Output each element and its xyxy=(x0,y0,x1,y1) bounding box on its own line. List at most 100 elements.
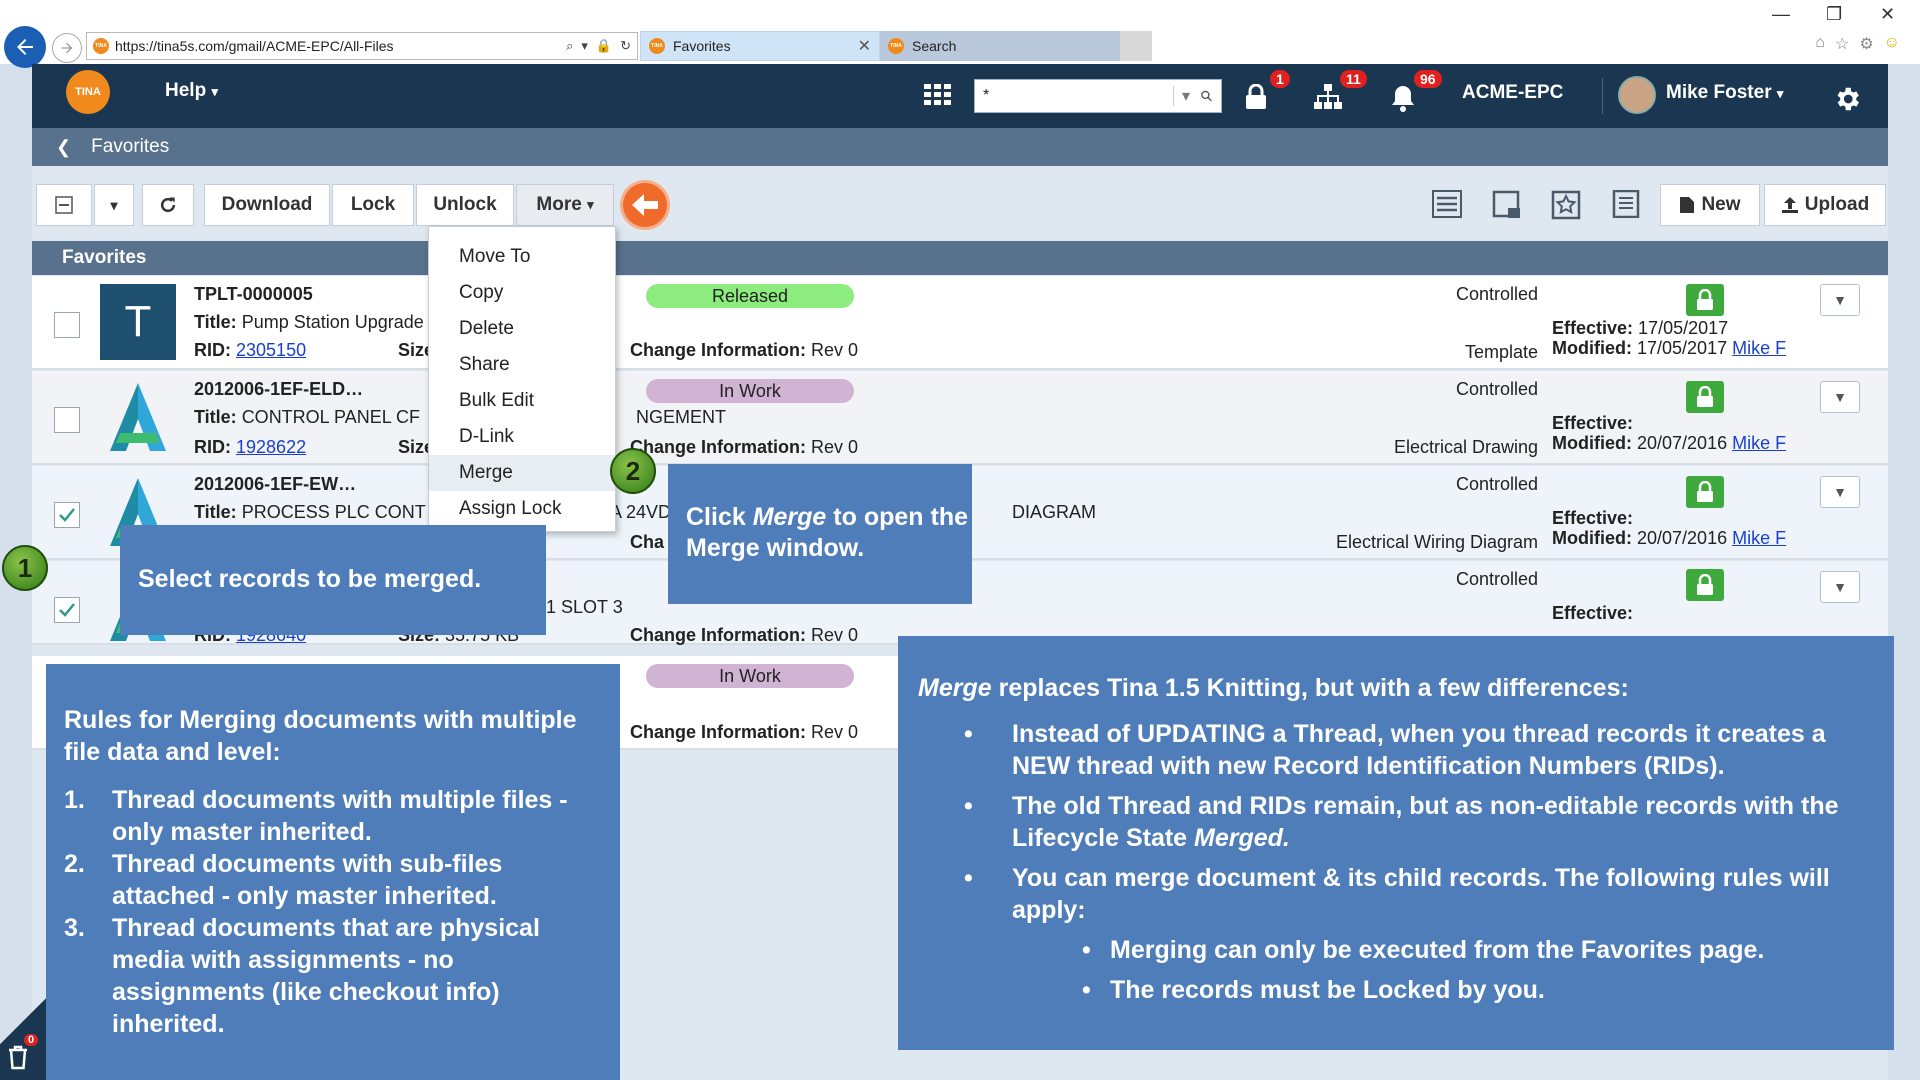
title-label: Title: xyxy=(194,407,237,427)
org-name[interactable]: ACME-EPC xyxy=(1462,82,1563,104)
global-search-input[interactable]: * ▾ xyxy=(974,79,1222,113)
upload-button[interactable]: Upload xyxy=(1764,184,1886,226)
detail-view-icon[interactable] xyxy=(1612,190,1640,218)
favorites-view-icon[interactable] xyxy=(1551,190,1581,220)
refresh-icon xyxy=(160,197,176,213)
control-status: Controlled xyxy=(1455,569,1538,589)
row-checkbox-checked[interactable] xyxy=(54,597,80,623)
document-view-icon[interactable] xyxy=(1492,190,1522,220)
select-dropdown-button[interactable]: ▾ xyxy=(94,184,134,226)
menu-item-assign-lock[interactable]: Assign Lock xyxy=(429,491,615,527)
lock-button[interactable]: Lock xyxy=(332,184,414,226)
row-actions-dropdown[interactable]: ▼ xyxy=(1820,571,1860,603)
bell-icon[interactable] xyxy=(1390,84,1416,112)
record-name[interactable]: 2012006-1EF-ELD… xyxy=(194,379,363,400)
search-controls: ▾ xyxy=(1173,86,1213,106)
download-button[interactable]: Download xyxy=(204,184,330,226)
row-checkbox[interactable] xyxy=(54,312,80,338)
checkmark-icon xyxy=(59,508,75,522)
dropdown-icon[interactable]: ▾ xyxy=(581,38,588,54)
menu-item-d-link[interactable]: D-Link xyxy=(429,419,615,455)
menu-item-copy[interactable]: Copy xyxy=(429,275,615,311)
locked-badge[interactable] xyxy=(1686,284,1724,316)
gear-icon[interactable] xyxy=(1832,84,1862,114)
autocad-file-icon xyxy=(110,383,166,451)
unlock-button[interactable]: Unlock xyxy=(416,184,514,226)
star-icon[interactable]: ☆ xyxy=(1835,34,1849,54)
help-menu[interactable]: Help ▾ xyxy=(165,80,218,102)
lock-icon xyxy=(1697,386,1713,407)
row-actions-dropdown[interactable]: ▼ xyxy=(1820,476,1860,508)
record-category: Electrical Drawing xyxy=(1393,437,1538,457)
search-icon[interactable]: ⌕ xyxy=(566,38,573,54)
breadcrumb-label: Favorites xyxy=(91,136,170,157)
address-bar[interactable]: TINA https://tina5s.com/gmail/ACME-EPC/A… xyxy=(86,32,638,60)
apps-grid-icon[interactable] xyxy=(924,84,952,106)
new-tab-button[interactable] xyxy=(1120,31,1152,61)
close-icon[interactable]: ✕ xyxy=(858,36,871,56)
table-row[interactable]: T TPLT-0000005 Title: Pump Station Upgra… xyxy=(32,276,1888,370)
restore-icon[interactable]: ❐ xyxy=(1826,4,1842,25)
row-actions-dropdown[interactable]: ▼ xyxy=(1820,284,1860,316)
menu-item-share[interactable]: Share xyxy=(429,347,615,383)
refresh-icon[interactable]: ↻ xyxy=(620,38,631,54)
merge-sub-text: Merging can only be executed from the Fa… xyxy=(1110,936,1765,964)
smiley-icon[interactable]: ☺ xyxy=(1884,34,1900,54)
locked-badge[interactable] xyxy=(1686,569,1724,601)
minimize-icon[interactable]: — xyxy=(1772,4,1790,25)
tab-favicon: TINA xyxy=(649,38,665,54)
menu-item-move-to[interactable]: Move To xyxy=(429,239,615,275)
step-2-text-em: Merge xyxy=(752,503,827,531)
back-button[interactable] xyxy=(4,26,46,68)
list-view-icon[interactable] xyxy=(1432,190,1462,218)
more-label: More xyxy=(536,194,582,215)
user-menu[interactable]: Mike Foster ▾ xyxy=(1666,82,1783,104)
home-icon[interactable]: ⌂ xyxy=(1815,34,1825,54)
menu-item-bulk-edit[interactable]: Bulk Edit xyxy=(429,383,615,419)
locked-badge[interactable] xyxy=(1686,381,1724,413)
record-name[interactable]: 2012006-1EF-EW… xyxy=(194,474,356,495)
chevron-left-icon[interactable]: ❮ xyxy=(56,137,71,158)
trash-icon[interactable] xyxy=(6,1044,30,1070)
row-checkbox-checked[interactable] xyxy=(54,502,80,528)
close-window-icon[interactable]: ✕ xyxy=(1880,4,1895,25)
browser-tab-search[interactable]: TINA Search xyxy=(880,31,1120,61)
modified-by-link[interactable]: Mike F xyxy=(1732,528,1786,548)
more-button[interactable]: More ▾ xyxy=(516,184,614,226)
chevron-down-icon: ▾ xyxy=(587,197,594,212)
hierarchy-icon[interactable] xyxy=(1314,84,1342,110)
row-actions-dropdown[interactable]: ▼ xyxy=(1820,381,1860,413)
table-row[interactable]: 2012006-1EF-ELD… Title: CONTROL PANEL CF… xyxy=(32,371,1888,465)
menu-item-delete[interactable]: Delete xyxy=(429,311,615,347)
change-label: Change Information: xyxy=(630,340,806,360)
merge-rules-title: Rules for Merging documents with multipl… xyxy=(64,706,577,766)
chevron-down-icon: ▼ xyxy=(1833,389,1847,405)
more-dropdown-menu: Move To Copy Delete Share Bulk Edit D-Li… xyxy=(428,226,616,532)
favorites-heading: Favorites xyxy=(32,241,1888,275)
forward-button[interactable] xyxy=(52,33,82,63)
menu-item-merge[interactable]: Merge xyxy=(429,455,615,491)
search-icon[interactable] xyxy=(1200,87,1213,105)
select-all-checkbox[interactable] xyxy=(36,184,92,226)
row-checkbox[interactable] xyxy=(54,407,80,433)
list-item: • The old Thread and RIDs remain, but as … xyxy=(964,792,1839,852)
settings-icon[interactable]: ⚙ xyxy=(1859,34,1873,54)
list-item: 1. Thread documents with multiple files -… xyxy=(64,784,600,848)
list-item: • Merging can only be executed from the F… xyxy=(1082,936,1765,964)
new-button[interactable]: New xyxy=(1660,184,1760,226)
chevron-down-icon[interactable]: ▾ xyxy=(1182,86,1190,106)
lock-icon[interactable] xyxy=(1244,84,1268,110)
avatar[interactable] xyxy=(1618,76,1656,114)
modified-label: Modified: xyxy=(1552,528,1632,548)
rid-link[interactable]: 2305150 xyxy=(236,340,306,360)
refresh-button[interactable] xyxy=(142,184,194,226)
modified-by-link[interactable]: Mike F xyxy=(1732,338,1786,358)
merge-sub-text: The records must be Locked by you. xyxy=(1110,976,1545,1004)
modified-by-link[interactable]: Mike F xyxy=(1732,433,1786,453)
tina-logo[interactable]: TINA xyxy=(66,70,110,114)
browser-tab-favorites[interactable]: TINA Favorites ✕ xyxy=(640,31,880,61)
modified-label: Modified: xyxy=(1552,338,1632,358)
record-name[interactable]: TPLT-0000005 xyxy=(194,284,313,305)
rid-link[interactable]: 1928622 xyxy=(236,437,306,457)
locked-badge[interactable] xyxy=(1686,476,1724,508)
